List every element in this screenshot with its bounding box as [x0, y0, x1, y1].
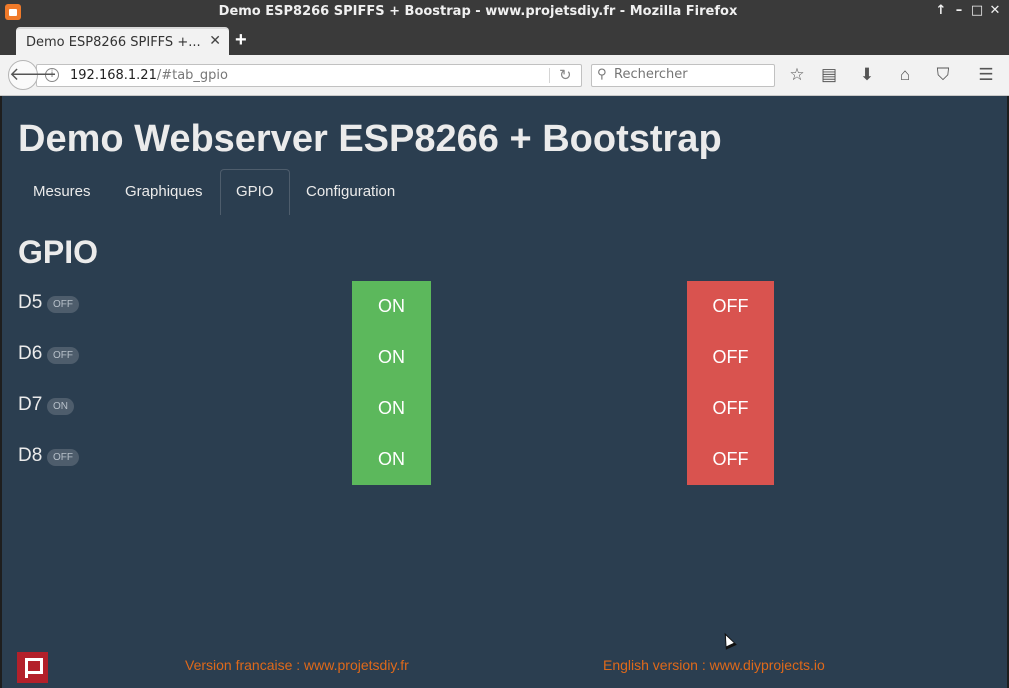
search-bar[interactable]: ⚲ — [591, 64, 775, 87]
mouse-cursor-icon — [719, 630, 737, 650]
d6-off-button[interactable]: OFF — [687, 332, 774, 383]
tab-mesures[interactable]: Mesures — [18, 169, 106, 215]
d8-on-button[interactable]: ON — [352, 434, 431, 485]
d6-on-button[interactable]: ON — [352, 332, 431, 383]
window-titlebar: Demo ESP8266 SPIFFS + Boostrap - www.pro… — [0, 0, 1009, 24]
tab-configuration[interactable]: Configuration — [291, 169, 410, 215]
status-badge: OFF — [47, 347, 79, 364]
new-tab-button[interactable]: + — [235, 30, 247, 50]
hamburger-menu-icon[interactable]: ☰ — [976, 65, 996, 85]
reading-list-icon[interactable]: ▤ — [819, 65, 839, 85]
gpio-name: D6 — [18, 343, 43, 364]
gpio-name: D7 — [18, 394, 43, 415]
web-page: Demo Webserver ESP8266 + Bootstrap Mesur… — [0, 96, 1009, 688]
status-badge: OFF — [47, 449, 79, 466]
gpio-name: D5 — [18, 292, 43, 313]
back-button[interactable]: 🡐 — [8, 60, 57, 90]
status-badge: ON — [47, 398, 74, 415]
projetsdiy-logo[interactable] — [17, 652, 48, 683]
close-tab-icon[interactable]: ✕ — [209, 33, 221, 49]
english-version-link[interactable]: English version : www.diyprojects.io — [603, 657, 825, 673]
d8-off-button[interactable]: OFF — [687, 434, 774, 485]
browser-navbar: i 192.168.1.21/#tab_gpio ↻ 🡐 ⚲ ☆ ▤ ⬇ ⌂ ⛉… — [0, 55, 1009, 96]
tab-graphiques[interactable]: Graphiques — [110, 169, 218, 215]
url-text[interactable]: 192.168.1.21/#tab_gpio — [70, 68, 228, 83]
download-icon[interactable]: ⬇ — [857, 65, 877, 85]
status-badge: OFF — [47, 296, 79, 313]
gpio-name: D8 — [18, 445, 43, 466]
search-icon: ⚲ — [597, 67, 607, 82]
browser-tab-label: Demo ESP8266 SPIFFS +... — [26, 35, 201, 50]
reload-icon[interactable]: ↻ — [559, 66, 572, 84]
url-host: 192.168.1.21 — [70, 68, 157, 83]
d7-on-button[interactable]: ON — [352, 383, 431, 434]
browser-tabstrip: Demo ESP8266 SPIFFS +... ✕ + — [0, 24, 1009, 55]
pocket-icon[interactable]: ⛉ — [933, 65, 953, 85]
url-path: /#tab_gpio — [156, 68, 229, 83]
french-version-link[interactable]: Version francaise : www.projetsdiy.fr — [185, 657, 409, 673]
url-bar[interactable]: i 192.168.1.21/#tab_gpio ↻ — [36, 64, 582, 87]
window-minimize-button[interactable]: – — [951, 3, 967, 19]
back-arrow-icon: 🡐 — [9, 64, 58, 84]
window-close-button[interactable]: ✕ — [987, 3, 1003, 19]
section-title: GPIO — [18, 234, 99, 270]
tab-gpio[interactable]: GPIO — [220, 169, 290, 215]
bookmark-star-icon[interactable]: ☆ — [787, 65, 807, 85]
window-keep-above-button[interactable]: ↑ — [933, 3, 949, 19]
d7-off-button[interactable]: OFF — [687, 383, 774, 434]
url-separator — [549, 68, 550, 83]
window-maximize-button[interactable]: □ — [969, 3, 985, 19]
browser-tab[interactable]: Demo ESP8266 SPIFFS +... ✕ — [16, 27, 229, 55]
home-icon[interactable]: ⌂ — [895, 65, 915, 85]
d5-on-button[interactable]: ON — [352, 281, 431, 332]
search-input[interactable] — [614, 67, 769, 82]
window-title: Demo ESP8266 SPIFFS + Boostrap - www.pro… — [218, 4, 738, 19]
d5-off-button[interactable]: OFF — [687, 281, 774, 332]
page-heading: Demo Webserver ESP8266 + Bootstrap — [18, 118, 722, 160]
